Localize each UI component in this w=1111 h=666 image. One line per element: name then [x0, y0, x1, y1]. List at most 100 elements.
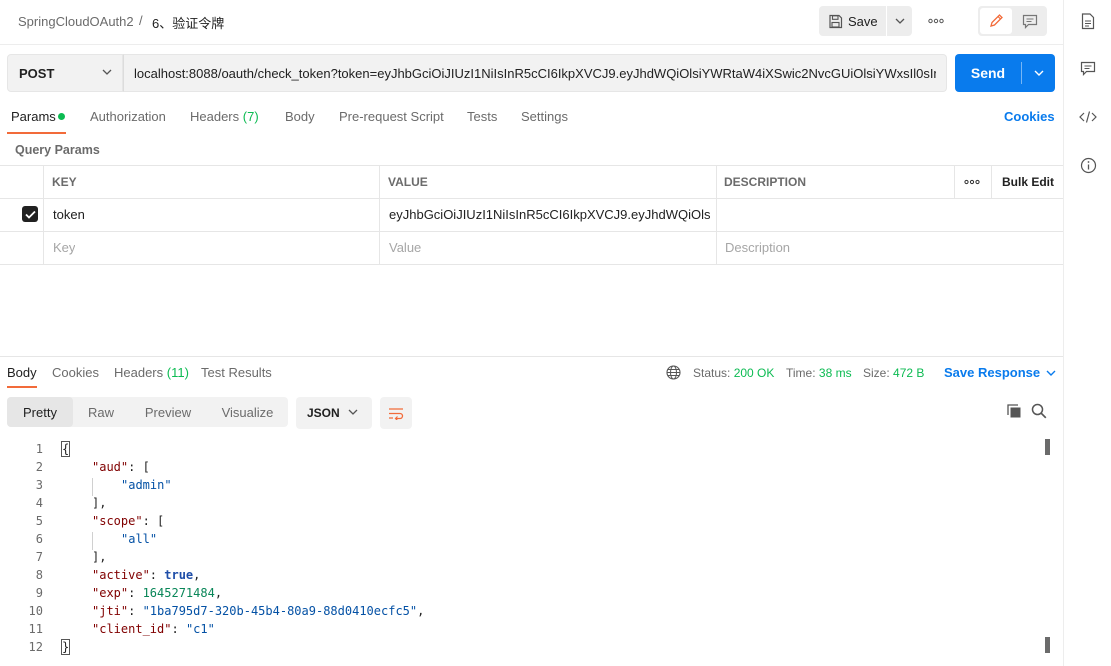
- chevron-down-icon: [102, 69, 112, 75]
- new-param-description-input[interactable]: Description: [725, 240, 790, 255]
- chevron-down-icon: [1046, 370, 1056, 376]
- line-number: 5: [35, 514, 43, 528]
- size-value: 472 B: [893, 366, 925, 380]
- line-number: 8: [35, 568, 43, 582]
- format-raw[interactable]: Raw: [75, 397, 127, 427]
- bulk-edit-button[interactable]: Bulk Edit: [1002, 175, 1054, 189]
- documentation-mode-button[interactable]: [1014, 8, 1045, 34]
- globe-icon[interactable]: [666, 365, 681, 380]
- tab-params[interactable]: Params: [11, 109, 56, 124]
- tab-headers-label: Headers: [190, 109, 240, 124]
- view-mode-toggle: [978, 6, 1047, 36]
- column-header-value: VALUE: [388, 175, 428, 189]
- response-tab-cookies[interactable]: Cookies: [52, 365, 99, 380]
- code-line: "all": [121, 532, 158, 546]
- search-icon[interactable]: [1031, 403, 1047, 419]
- column-options-icon[interactable]: [964, 179, 980, 185]
- right-sidebar: [1063, 0, 1111, 666]
- format-visualize[interactable]: Visualize: [209, 397, 286, 427]
- copy-icon[interactable]: [1006, 403, 1022, 419]
- send-button[interactable]: Send: [955, 54, 1021, 92]
- breadcrumb-request-name[interactable]: 6、验证令牌: [152, 13, 224, 32]
- param-enabled-checkbox[interactable]: [22, 206, 38, 222]
- save-button-group: Save: [819, 6, 912, 36]
- size-info: Size: 472 B: [863, 366, 924, 380]
- query-params-title: Query Params: [15, 143, 100, 157]
- size-label: Size:: [863, 366, 890, 380]
- chevron-down-icon: [1034, 70, 1044, 76]
- code-line: "exp": 1645271484,: [92, 586, 223, 600]
- response-divider[interactable]: [0, 356, 1063, 357]
- edit-mode-button[interactable]: [980, 8, 1012, 34]
- tab-headers-count: (7): [242, 109, 259, 124]
- tab-authorization[interactable]: Authorization: [90, 109, 166, 124]
- ellipsis-icon: [928, 18, 944, 24]
- http-method-select[interactable]: POST: [7, 54, 123, 92]
- line-number: 10: [28, 604, 43, 618]
- code-line: "admin": [121, 478, 172, 492]
- tab-body[interactable]: Body: [285, 109, 315, 124]
- tab-settings[interactable]: Settings: [521, 109, 568, 124]
- param-key-cell[interactable]: token: [53, 207, 373, 222]
- column-header-key: KEY: [52, 175, 77, 189]
- line-number: 2: [35, 460, 43, 474]
- new-param-key-input[interactable]: Key: [53, 240, 75, 255]
- save-response-button[interactable]: Save Response: [944, 365, 1056, 380]
- send-button-group: Send: [955, 54, 1055, 92]
- code-line: ],: [92, 496, 107, 510]
- code-line: "jti": "1ba795d7-320b-45b4-80a9-88d0410e…: [92, 604, 425, 618]
- time-info: Time: 38 ms: [786, 366, 852, 380]
- breadcrumb-collection[interactable]: SpringCloudOAuth2: [18, 14, 134, 29]
- response-format-group: Pretty Raw Preview Visualize: [7, 397, 288, 427]
- response-tab-headers-count: (11): [166, 365, 189, 380]
- status-info: Status: 200 OK: [693, 366, 774, 380]
- line-number: 11: [28, 622, 43, 636]
- code-line: ],: [92, 550, 107, 564]
- chevron-down-icon: [348, 409, 358, 415]
- send-options-button[interactable]: [1022, 54, 1055, 92]
- query-params-table: KEY VALUE DESCRIPTION Bulk Edit token ey…: [0, 165, 1063, 265]
- time-value: 38 ms: [818, 366, 852, 380]
- url-input[interactable]: [123, 54, 947, 92]
- format-pretty[interactable]: Pretty: [7, 397, 73, 427]
- response-body-viewer[interactable]: 1 2 3 4 5 6 7 8 9 10 11 12 { "aud": [ "a…: [0, 438, 1063, 666]
- wrap-lines-button[interactable]: [380, 397, 412, 429]
- param-value-cell[interactable]: eyJhbGciOiJIUzI1NiIsInR5cCI6IkpXVCJ9.eyJ…: [389, 207, 711, 222]
- code-line: }: [60, 639, 71, 655]
- comments-icon[interactable]: [1079, 59, 1097, 77]
- status-value: 200 OK: [733, 366, 775, 380]
- params-active-dot: [58, 113, 65, 120]
- info-icon[interactable]: [1079, 156, 1097, 174]
- format-preview[interactable]: Preview: [129, 397, 207, 427]
- pencil-icon: [988, 13, 1004, 29]
- code-icon[interactable]: [1079, 108, 1097, 126]
- save-button[interactable]: Save: [819, 6, 886, 36]
- line-number: 6: [35, 532, 43, 546]
- line-number: 9: [35, 586, 43, 600]
- response-tab-headers[interactable]: Headers (11): [114, 365, 189, 380]
- response-tab-body[interactable]: Body: [7, 365, 37, 380]
- response-active-tab-underline: [7, 386, 37, 388]
- tab-tests[interactable]: Tests: [467, 109, 497, 124]
- active-tab-underline: [7, 132, 66, 134]
- cookies-link[interactable]: Cookies: [1004, 109, 1055, 124]
- scrollbar-marker[interactable]: [1045, 637, 1050, 653]
- tab-pre-request-script[interactable]: Pre-request Script: [339, 109, 444, 124]
- status-label: Status:: [693, 366, 731, 380]
- new-param-value-input[interactable]: Value: [389, 240, 421, 255]
- more-actions-button[interactable]: [924, 10, 948, 32]
- language-select[interactable]: JSON: [296, 397, 372, 429]
- chevron-down-icon: [895, 18, 905, 24]
- scrollbar-marker[interactable]: [1045, 439, 1050, 455]
- documentation-icon[interactable]: [1079, 12, 1097, 30]
- response-tab-test-results[interactable]: Test Results: [201, 365, 272, 380]
- line-number: 7: [35, 550, 43, 564]
- save-label: Save: [848, 13, 878, 29]
- line-number: 4: [35, 496, 43, 510]
- save-response-label: Save Response: [944, 365, 1041, 380]
- checkmark-icon: [24, 210, 36, 219]
- tab-headers[interactable]: Headers (7): [190, 109, 259, 124]
- wrap-icon: [388, 407, 404, 420]
- save-options-button[interactable]: [887, 6, 912, 36]
- save-icon: [828, 14, 843, 29]
